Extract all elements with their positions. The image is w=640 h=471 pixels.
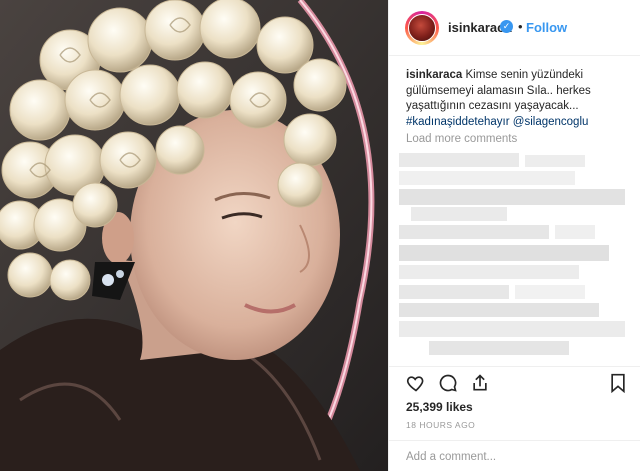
heart-icon[interactable]	[406, 373, 426, 398]
share-icon[interactable]	[470, 373, 490, 398]
bookmark-icon[interactable]	[609, 373, 627, 398]
blurred-block	[399, 245, 609, 261]
action-bar	[389, 366, 640, 396]
blurred-block	[399, 321, 625, 337]
separator-dot: •	[518, 19, 523, 34]
add-comment-placeholder[interactable]: Add a comment...	[406, 451, 496, 463]
post-photo[interactable]	[0, 0, 388, 471]
post-side-panel: isinkaraca ✓ • Follow isinkaraca Kimse s…	[388, 0, 640, 471]
blurred-block	[399, 171, 575, 185]
caption-username[interactable]: isinkaraca	[406, 69, 462, 81]
caption-mention[interactable]: @silagencoglu	[513, 116, 589, 128]
blurred-block	[399, 225, 549, 239]
add-comment-field[interactable]: Add a comment...	[389, 440, 640, 471]
blurred-block	[399, 285, 509, 299]
pixelated-comments-area	[399, 153, 631, 363]
blurred-block	[429, 341, 569, 355]
blurred-block	[525, 155, 585, 167]
blurred-block	[399, 189, 625, 205]
follow-button[interactable]: Follow	[526, 20, 567, 35]
post-timestamp: 18 HOURS AGO	[406, 420, 476, 430]
avatar[interactable]	[405, 11, 439, 45]
portrait-image	[0, 0, 388, 471]
blurred-block	[399, 153, 519, 167]
post-caption: isinkaraca Kimse senin yüzündeki gülümse…	[406, 68, 628, 130]
blurred-block	[555, 225, 595, 239]
blurred-block	[399, 303, 599, 317]
comment-icon[interactable]	[438, 373, 458, 398]
blurred-block	[399, 265, 579, 279]
likes-count[interactable]: 25,399 likes	[406, 400, 473, 414]
caption-hashtag[interactable]: #kadınaşiddetehayır	[406, 116, 510, 128]
verified-badge-icon: ✓	[500, 20, 513, 33]
load-more-comments-button[interactable]: Load more comments	[406, 133, 517, 145]
post-header: isinkaraca ✓ • Follow	[389, 0, 640, 56]
blurred-block	[515, 285, 585, 299]
blurred-block	[411, 207, 507, 221]
instagram-post: isinkaraca ✓ • Follow isinkaraca Kimse s…	[0, 0, 640, 471]
